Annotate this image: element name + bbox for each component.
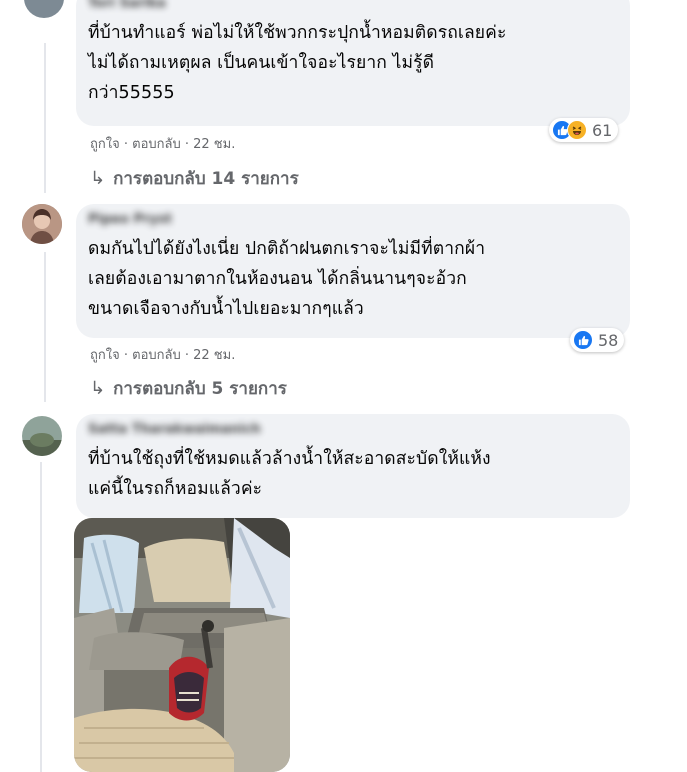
- timestamp[interactable]: 22 ชม.: [193, 137, 235, 152]
- avatar-image: [22, 204, 62, 244]
- avatar[interactable]: [24, 0, 64, 18]
- reaction-summary[interactable]: 61: [549, 118, 619, 142]
- separator: ·: [123, 137, 133, 152]
- avatar[interactable]: [22, 416, 62, 456]
- separator: ·: [123, 348, 133, 363]
- comment-bubble: Satta Tharakwaimanich ที่บ้านใช้ถุงที่ใช…: [76, 414, 630, 518]
- reaction-count: 58: [598, 330, 619, 350]
- comment-text-line: แค่นี้ในรถก็หอมแล้วค่ะ: [88, 479, 263, 499]
- comment-author[interactable]: Tori Sarika: [88, 0, 618, 12]
- view-replies-label: การตอบกลับ 5 รายการ: [113, 379, 287, 399]
- comment-text-line: ดมกันไปได้ยังไงเนี่ย ปกติถ้าฝนตกเราจะไม่…: [88, 239, 486, 259]
- reaction-summary[interactable]: 58: [570, 328, 625, 352]
- comment-actions: ถูกใจ · ตอบกลับ · 22 ชม.: [90, 133, 235, 154]
- thread-line: [44, 252, 46, 402]
- comment-bubble: Tori Sarika ที่บ้านทำแอร์ พ่อไม่ให้ใช้พว…: [76, 0, 630, 126]
- comment-text-line: ที่บ้านใช้ถุงที่ใช้หมดแล้วล้างน้ำให้สะอา…: [88, 449, 491, 469]
- comment-text-line: ไม่ได้ถามเหตุผล เป็นคนเข้าใจอะไรยาก ไม่ร…: [88, 53, 435, 73]
- comment-author[interactable]: Satta Tharakwaimanich: [88, 422, 618, 438]
- car-interior-photo: [74, 518, 290, 772]
- reaction-count: 61: [592, 120, 613, 140]
- reply-link[interactable]: ตอบกลับ: [132, 137, 181, 152]
- comment-actions: ถูกใจ · ตอบกลับ · 22 ชม.: [90, 344, 235, 365]
- comment-text-line: ที่บ้านทำแอร์ พ่อไม่ให้ใช้พวกกระปุกน้ำหอ…: [88, 23, 507, 43]
- reply-arrow-icon: ↳: [90, 168, 106, 189]
- comment-text: ที่บ้านทำแอร์ พ่อไม่ให้ใช้พวกกระปุกน้ำหอ…: [88, 18, 618, 108]
- view-replies-label: การตอบกลับ 14 รายการ: [113, 169, 299, 189]
- reply-link[interactable]: ตอบกลับ: [132, 348, 181, 363]
- like-link[interactable]: ถูกใจ: [90, 137, 120, 152]
- thread-line: [40, 462, 42, 772]
- comment-photo[interactable]: [74, 518, 290, 772]
- separator: ·: [184, 348, 194, 363]
- reply-arrow-icon: ↳: [90, 378, 106, 399]
- haha-reaction-icon: [567, 120, 587, 140]
- comment-text: ดมกันไปได้ยังไงเนี่ย ปกติถ้าฝนตกเราจะไม่…: [88, 234, 618, 324]
- view-replies-link[interactable]: ↳ การตอบกลับ 14 รายการ: [90, 165, 299, 192]
- like-reaction-icon: [573, 330, 593, 350]
- timestamp[interactable]: 22 ชม.: [193, 348, 235, 363]
- comment-bubble: Pipeo Pryst ดมกันไปได้ยังไงเนี่ย ปกติถ้า…: [76, 204, 630, 338]
- separator: ·: [184, 137, 194, 152]
- comment-author[interactable]: Pipeo Pryst: [88, 212, 618, 228]
- avatar[interactable]: [22, 204, 62, 244]
- comment-text-line: เลยต้องเอามาตากในห้องนอน ได้กลิ่นนานๆจะอ…: [88, 269, 467, 289]
- comment-text-line: กว่า55555: [88, 83, 175, 103]
- comment-text: ที่บ้านใช้ถุงที่ใช้หมดแล้วล้างน้ำให้สะอา…: [88, 444, 618, 504]
- comment-text-line: ขนาดเจือจางกับน้ำไปเยอะมากๆแล้ว: [88, 299, 364, 319]
- avatar-image: [22, 416, 62, 456]
- view-replies-link[interactable]: ↳ การตอบกลับ 5 รายการ: [90, 375, 287, 402]
- like-link[interactable]: ถูกใจ: [90, 348, 120, 363]
- thread-line: [44, 43, 46, 193]
